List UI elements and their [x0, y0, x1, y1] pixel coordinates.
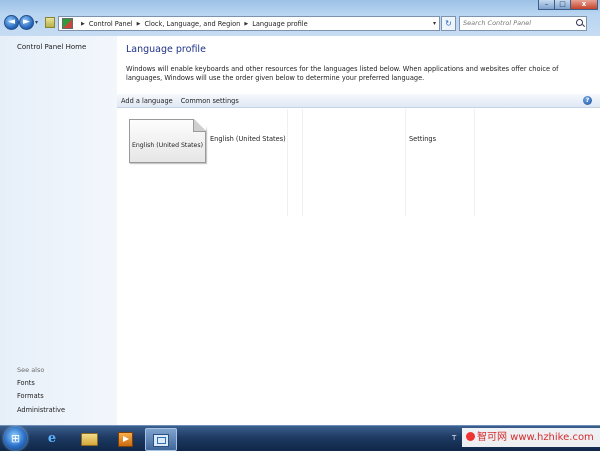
language-settings-link[interactable]: Settings: [409, 135, 436, 143]
watermark-text: 智可网 www.hzhike.com: [477, 432, 594, 443]
media-player-icon[interactable]: [110, 428, 140, 449]
language-list: English (United States) English (United …: [117, 109, 600, 216]
maximize-button[interactable]: □: [554, 0, 571, 10]
column-divider: [287, 109, 288, 216]
left-nav-pane: Control Panel Home See also Fonts Format…: [0, 36, 117, 425]
breadcrumb-clock-language-region[interactable]: Clock, Language, and Region: [144, 20, 240, 28]
column-divider: [302, 109, 303, 216]
folder-icon: [45, 17, 55, 28]
watermark-logo-icon: [466, 432, 475, 441]
start-button[interactable]: ⊞: [4, 427, 27, 450]
internet-explorer-icon[interactable]: e: [37, 428, 67, 449]
column-divider: [405, 109, 406, 216]
page-title: Language profile: [126, 44, 206, 55]
language-tile-label: English (United States): [131, 142, 204, 149]
search-input[interactable]: [460, 17, 573, 29]
back-button[interactable]: ◄: [4, 15, 19, 30]
column-divider: [474, 109, 475, 216]
common-settings-button[interactable]: Common settings: [177, 97, 243, 105]
control-panel-icon: [62, 18, 73, 29]
language-tile[interactable]: English (United States): [129, 119, 206, 163]
forward-button[interactable]: ►: [19, 15, 34, 30]
refresh-button[interactable]: ↻: [441, 16, 456, 31]
page-description: Windows will enable keyboards and other …: [126, 65, 559, 82]
minimize-button[interactable]: –: [538, 0, 555, 10]
address-dropdown-icon[interactable]: ▾: [433, 20, 436, 27]
breadcrumb-control-panel[interactable]: Control Panel: [89, 20, 133, 28]
search-icon[interactable]: [576, 19, 583, 26]
control-panel-home-link[interactable]: Control Panel Home: [17, 43, 86, 51]
add-language-button[interactable]: Add a language: [117, 97, 177, 105]
see-also-heading: See also: [17, 366, 45, 374]
language-name[interactable]: English (United States): [210, 135, 286, 143]
windows-explorer-icon[interactable]: [74, 428, 104, 449]
control-panel-taskbar-icon[interactable]: [145, 428, 177, 451]
breadcrumb-language-profile[interactable]: Language profile: [252, 20, 307, 28]
system-tray[interactable]: T: [452, 434, 456, 442]
breadcrumb-separator[interactable]: ▶: [81, 21, 85, 27]
breadcrumb-separator[interactable]: ▶: [137, 21, 141, 27]
see-also-administrative-link[interactable]: Administrative: [17, 406, 65, 414]
address-bar[interactable]: ▶ Control Panel ▶ Clock, Language, and R…: [58, 16, 440, 31]
main-content: Language profile Windows will enable key…: [117, 36, 600, 425]
breadcrumb-separator[interactable]: ▶: [244, 21, 248, 27]
watermark: 智可网 www.hzhike.com: [462, 428, 600, 447]
title-bar: ◄ ► ▾ ▶ Control Panel ▶ Clock, Language,…: [0, 0, 600, 36]
help-icon[interactable]: ?: [583, 96, 592, 105]
see-also-formats-link[interactable]: Formats: [17, 392, 44, 400]
command-bar: Add a language Common settings ?: [117, 94, 600, 108]
recent-pages-dropdown[interactable]: ▾: [35, 19, 38, 26]
see-also-fonts-link[interactable]: Fonts: [17, 379, 35, 387]
close-button[interactable]: x: [570, 0, 598, 10]
search-box[interactable]: [459, 16, 587, 31]
